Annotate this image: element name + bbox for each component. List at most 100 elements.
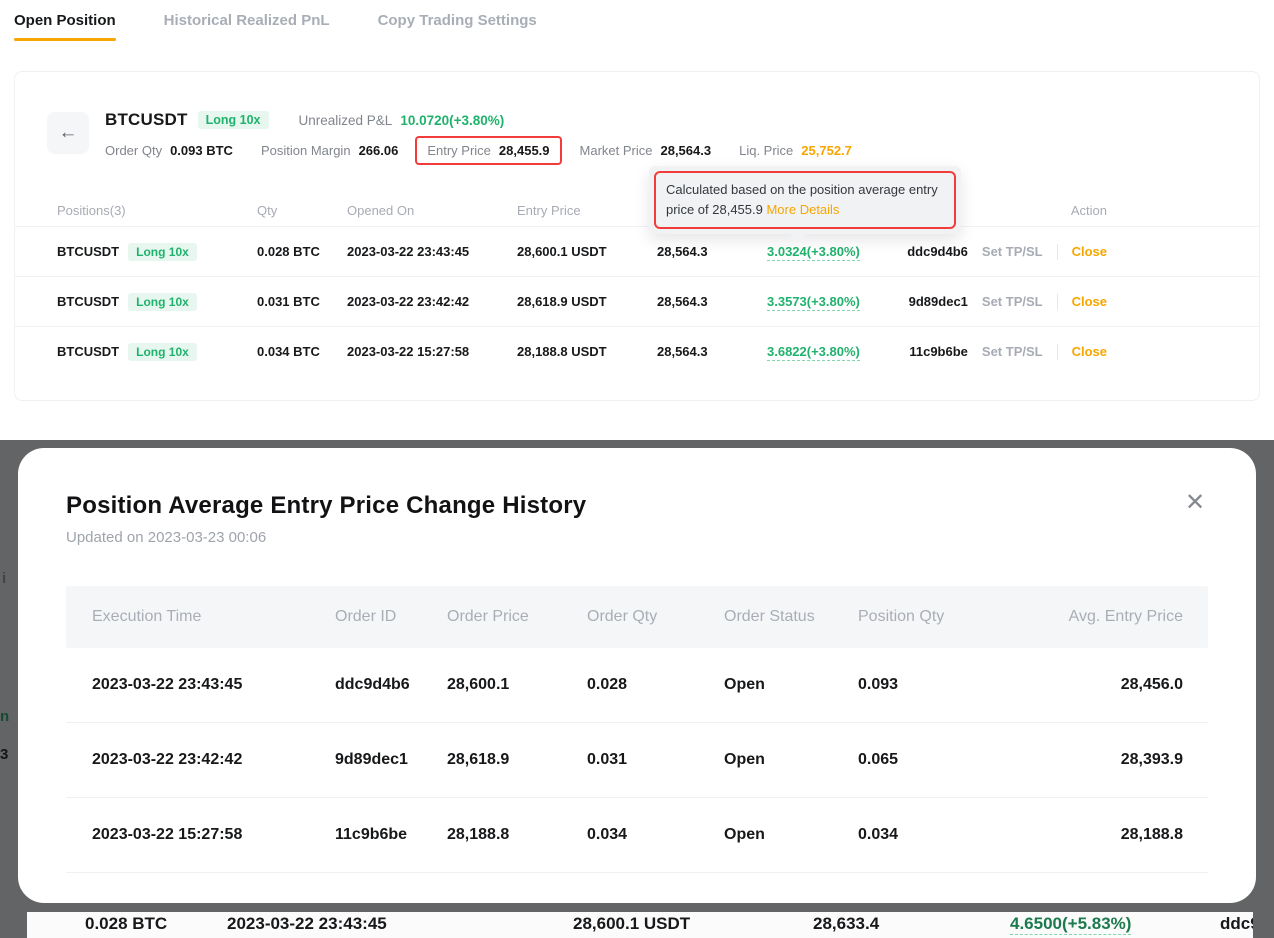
stat-label: Liq. Price: [739, 143, 793, 158]
action-divider: [1057, 294, 1058, 310]
stat-value: 25,752.7: [801, 143, 852, 158]
tab-historical-realized-pnl[interactable]: Historical Realized PnL: [164, 12, 330, 41]
open-position-page: Open Position Historical Realized PnL Copy…: [0, 0, 1274, 430]
close-position-button[interactable]: Close: [1072, 344, 1107, 359]
stat-value: 28,455.9: [499, 143, 550, 158]
col-execution-time: Execution Time: [92, 608, 335, 626]
row-order-qty: 0.028: [587, 676, 724, 694]
row-opened-on: 2023-03-22 15:27:58: [347, 344, 517, 359]
position-card-header: ← BTCUSDT Long 10x Unrealized P&L 10.072…: [15, 72, 1259, 158]
col-entry-price: Entry Price: [517, 203, 657, 218]
entry-price-tooltip: Calculated based on the position average…: [649, 166, 961, 234]
col-order-status: Order Status: [724, 608, 858, 626]
history-table-row: 2023-03-22 15:27:5811c9b6be28,188.80.034…: [66, 798, 1208, 873]
row-opened-on: 2023-03-22 23:42:42: [347, 294, 517, 309]
row-execution-time: 2023-03-22 23:42:42: [92, 751, 335, 769]
row-qty: 0.031 BTC: [257, 294, 347, 309]
stat-liq-price: Liq. Price 25,752.7: [739, 143, 852, 158]
stat-order-qty: Order Qty 0.093 BTC: [105, 143, 233, 158]
pnl-tooltip-trigger[interactable]: 3.3573(+3.80%): [767, 294, 860, 311]
row-symbol: BTCUSDTLong 10x: [57, 344, 257, 359]
bg-entry-price: 28,600.1 USDT: [573, 914, 690, 934]
stat-label: Order Qty: [105, 143, 162, 158]
row-position-qty: 0.034: [858, 826, 998, 844]
row-symbol: BTCUSDTLong 10x: [57, 244, 257, 259]
close-position-button[interactable]: Close: [1072, 244, 1107, 259]
history-table-row: 2023-03-22 23:43:45ddc9d4b628,600.10.028…: [66, 648, 1208, 723]
table-row: BTCUSDTLong 10x0.028 BTC2023-03-22 23:43…: [15, 226, 1259, 276]
positions-table: Positions(3) Qty Opened On Entry Price A…: [15, 194, 1259, 376]
row-execution-time: 2023-03-22 23:43:45: [92, 676, 335, 694]
stat-value: 28,564.3: [660, 143, 711, 158]
bg-order-id: ddc9d4b6: [1220, 914, 1253, 934]
row-unrealized-pnl: 3.3573(+3.80%): [767, 294, 867, 309]
modal-overlay-section: in3 0.028 BTC 2023-03-22 23:43:45 28,600…: [0, 430, 1274, 938]
positions-table-header: Positions(3) Qty Opened On Entry Price A…: [15, 194, 1259, 226]
col-opened-on: Opened On: [347, 203, 517, 218]
row-execution-time: 2023-03-22 15:27:58: [92, 826, 335, 844]
tab-open-position[interactable]: Open Position: [14, 12, 116, 41]
row-order-price: 28,600.1: [447, 676, 587, 694]
row-avg-entry-price: 28,456.0: [998, 676, 1208, 694]
history-table-header: Execution Time Order ID Order Price Orde…: [66, 586, 1208, 648]
stat-label: Market Price: [580, 143, 653, 158]
side-leverage-badge: Long 10x: [128, 293, 197, 311]
position-summary: BTCUSDT Long 10x Unrealized P&L 10.0720(…: [105, 110, 880, 158]
action-divider: [1057, 344, 1058, 360]
row-order-id: ddc9d4b6: [907, 244, 968, 259]
bg-qty: 0.028 BTC: [85, 914, 167, 934]
side-leverage-badge: Long 10x: [128, 243, 197, 261]
row-order-qty: 0.034: [587, 826, 724, 844]
background-table-row-strip: 0.028 BTC 2023-03-22 23:43:45 28,600.1 U…: [27, 912, 1253, 938]
close-icon[interactable]: ✕: [1180, 488, 1210, 518]
modal-title: Position Average Entry Price Change Hist…: [66, 492, 1208, 520]
row-actions: 11c9b6be Set TP/SL Close: [867, 344, 1107, 360]
set-tpsl-button[interactable]: Set TP/SL: [982, 244, 1043, 259]
col-avg-entry-price: Avg. Entry Price: [998, 608, 1208, 626]
row-avg-entry-price: 28,188.8: [998, 826, 1208, 844]
back-button[interactable]: ←: [47, 112, 89, 154]
row-actions: ddc9d4b6 Set TP/SL Close: [867, 244, 1107, 260]
row-qty: 0.034 BTC: [257, 344, 347, 359]
pnl-tooltip-trigger[interactable]: 3.0324(+3.80%): [767, 244, 860, 261]
col-order-id: Order ID: [335, 608, 447, 626]
stat-label: Position Margin: [261, 143, 351, 158]
row-order-status: Open: [724, 826, 858, 844]
col-order-price: Order Price: [447, 608, 587, 626]
row-order-price: 28,618.9: [447, 751, 587, 769]
row-order-id: ddc9d4b6: [335, 676, 447, 694]
symbol-label: BTCUSDT: [105, 110, 188, 130]
row-unrealized-pnl: 3.6822(+3.80%): [767, 344, 867, 359]
history-table-row: 2023-03-22 23:42:429d89dec128,618.90.031…: [66, 723, 1208, 798]
close-position-button[interactable]: Close: [1072, 294, 1107, 309]
row-position-qty: 0.093: [858, 676, 998, 694]
bg-pnl: 4.6500(+5.83%): [1010, 914, 1131, 935]
stat-entry-price-annotation-highlight: Entry Price28,455.9: [415, 136, 561, 165]
row-symbol: BTCUSDTLong 10x: [57, 294, 257, 309]
row-order-id: 9d89dec1: [909, 294, 968, 309]
set-tpsl-button[interactable]: Set TP/SL: [982, 344, 1043, 359]
stat-position-margin: Position Margin266.06: [261, 143, 398, 158]
row-market-price: 28,564.3: [657, 344, 767, 359]
table-row: BTCUSDTLong 10x0.034 BTC2023-03-22 15:27…: [15, 326, 1259, 376]
row-order-status: Open: [724, 676, 858, 694]
position-card: ← BTCUSDT Long 10x Unrealized P&L 10.072…: [14, 71, 1260, 401]
annotation-highlight-tooltip: Calculated based on the position average…: [654, 171, 956, 229]
side-leverage-badge: Long 10x: [198, 111, 269, 129]
pnl-tooltip-trigger[interactable]: 3.6822(+3.80%): [767, 344, 860, 361]
stat-market-price: Market Price 28,564.3: [580, 143, 712, 158]
bg-opened-on: 2023-03-22 23:43:45: [227, 914, 387, 934]
position-stats: Order Qty0.093 BTCPosition Margin266.06E…: [105, 143, 880, 158]
tab-copy-trading-settings[interactable]: Copy Trading Settings: [378, 12, 537, 41]
row-market-price: 28,564.3: [657, 294, 767, 309]
stat-value: 0.093 BTC: [170, 143, 233, 158]
col-qty: Qty: [257, 203, 347, 218]
row-order-id: 11c9b6be: [909, 344, 968, 359]
unrealized-pnl-label: Unrealized P&L: [299, 113, 393, 128]
col-order-qty: Order Qty: [587, 608, 724, 626]
row-market-price: 28,564.3: [657, 244, 767, 259]
row-actions: 9d89dec1 Set TP/SL Close: [867, 294, 1107, 310]
row-avg-entry-price: 28,393.9: [998, 751, 1208, 769]
more-details-link[interactable]: More Details: [766, 202, 839, 217]
set-tpsl-button[interactable]: Set TP/SL: [982, 294, 1043, 309]
